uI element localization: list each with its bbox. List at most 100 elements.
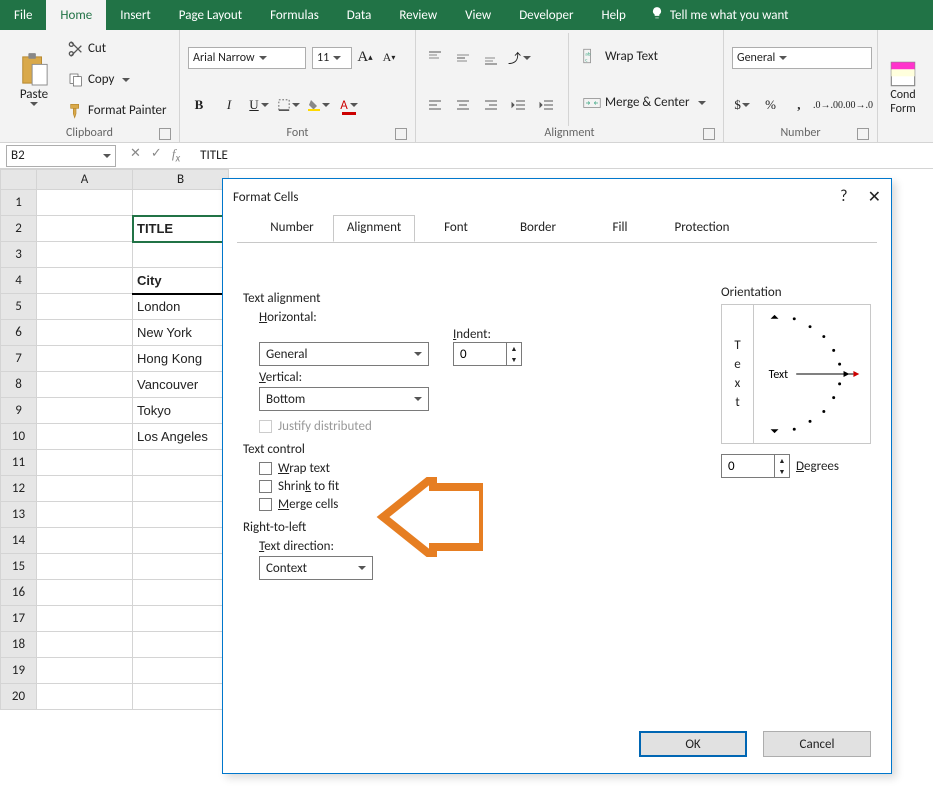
cell[interactable] (133, 632, 229, 658)
tab-page-layout[interactable]: Page Layout (165, 0, 256, 30)
dialog-launcher-icon[interactable] (857, 128, 869, 140)
tab-file[interactable]: File (0, 0, 46, 30)
dialog-launcher-icon[interactable] (395, 128, 407, 140)
align-middle-button[interactable] (452, 47, 474, 69)
cell[interactable] (133, 502, 229, 528)
shrink-to-fit-checkbox[interactable]: Shrink to fitShrink to fit (259, 479, 871, 494)
dialog-tab-alignment[interactable]: Alignment (333, 215, 415, 242)
row-header[interactable]: 2 (1, 216, 37, 242)
cell[interactable] (133, 606, 229, 632)
cell[interactable]: TITLE (133, 216, 229, 242)
align-bottom-button[interactable] (480, 47, 502, 69)
align-center-button[interactable] (452, 94, 474, 116)
cell[interactable]: Los Angeles (133, 424, 229, 450)
merge-cells-checkbox[interactable]: Merge cellsMerge cells (259, 497, 871, 512)
column-header[interactable]: B (133, 170, 229, 190)
bold-button[interactable]: B (188, 94, 210, 116)
paste-button[interactable]: Paste (8, 33, 60, 126)
text-direction-select[interactable]: Context (259, 556, 373, 580)
cell[interactable] (37, 320, 133, 346)
italic-button[interactable]: I (218, 94, 240, 116)
close-icon[interactable]: ✕ (868, 187, 881, 207)
tab-view[interactable]: View (451, 0, 505, 30)
wrap-text-button[interactable]: abcWrap Text (579, 46, 710, 66)
help-icon[interactable]: ? (840, 187, 847, 207)
cut-button[interactable]: Cut (64, 39, 171, 59)
cell[interactable] (37, 658, 133, 684)
row-header[interactable]: 18 (1, 632, 37, 658)
cell[interactable] (37, 476, 133, 502)
cell[interactable] (37, 190, 133, 216)
cancel-button[interactable]: Cancel (763, 731, 871, 757)
cell[interactable] (37, 554, 133, 580)
cancel-formula-icon[interactable]: ✕ (130, 146, 141, 165)
tab-formulas[interactable]: Formulas (256, 0, 333, 30)
dialog-tab-border[interactable]: Border (497, 215, 579, 242)
font-color-button[interactable]: A (338, 94, 360, 116)
ok-button[interactable]: OK (639, 731, 747, 757)
decrease-font-button[interactable]: A▾ (378, 47, 400, 69)
increase-indent-button[interactable] (536, 94, 558, 116)
vertical-align-select[interactable]: Bottom (259, 387, 429, 411)
number-format-select[interactable]: General (732, 47, 872, 69)
tab-developer[interactable]: Developer (505, 0, 587, 30)
cell[interactable] (37, 632, 133, 658)
cell[interactable] (133, 658, 229, 684)
dialog-tab-font[interactable]: Font (415, 215, 497, 242)
row-header[interactable]: 17 (1, 606, 37, 632)
align-right-button[interactable] (480, 94, 502, 116)
select-all-corner[interactable] (1, 170, 37, 190)
cell[interactable] (37, 242, 133, 268)
cell[interactable] (37, 294, 133, 320)
spin-up-icon[interactable]: ▲ (775, 455, 789, 466)
cell[interactable] (37, 216, 133, 242)
dialog-tab-number[interactable]: Number (251, 215, 333, 242)
dialog-launcher-icon[interactable] (159, 128, 171, 140)
cell[interactable] (37, 684, 133, 710)
row-header[interactable]: 6 (1, 320, 37, 346)
row-header[interactable]: 9 (1, 398, 37, 424)
accounting-button[interactable]: $ (732, 94, 752, 116)
cell[interactable] (133, 476, 229, 502)
tab-help[interactable]: Help (587, 0, 639, 30)
tab-data[interactable]: Data (333, 0, 386, 30)
name-box[interactable]: B2 (6, 145, 116, 167)
row-header[interactable]: 5 (1, 294, 37, 320)
dialog-launcher-icon[interactable] (703, 128, 715, 140)
spin-down-icon[interactable]: ▼ (775, 466, 789, 477)
cell[interactable]: City (133, 268, 229, 294)
dialog-tab-protection[interactable]: Protection (661, 215, 743, 242)
row-header[interactable]: 11 (1, 450, 37, 476)
orientation-control[interactable]: Text Text (721, 304, 871, 444)
dialog-tab-fill[interactable]: Fill (579, 215, 661, 242)
cell[interactable] (133, 242, 229, 268)
cell[interactable] (37, 398, 133, 424)
tell-me-search[interactable]: Tell me what you want (640, 6, 799, 24)
fx-icon[interactable]: fx (172, 146, 180, 165)
tab-insert[interactable]: Insert (106, 0, 165, 30)
row-header[interactable]: 8 (1, 372, 37, 398)
row-header[interactable]: 1 (1, 190, 37, 216)
cell[interactable] (37, 346, 133, 372)
font-name-select[interactable]: Arial Narrow (188, 47, 306, 69)
comma-button[interactable]: , (789, 94, 809, 116)
spin-down-icon[interactable]: ▼ (507, 354, 521, 365)
cell[interactable]: Hong Kong (133, 346, 229, 372)
row-header[interactable]: 20 (1, 684, 37, 710)
copy-button[interactable]: Copy (64, 70, 171, 90)
cell[interactable] (133, 580, 229, 606)
row-header[interactable]: 19 (1, 658, 37, 684)
row-header[interactable]: 3 (1, 242, 37, 268)
indent-input[interactable]: ▲▼ (453, 342, 522, 366)
conditional-formatting-icon[interactable] (889, 60, 917, 88)
row-header[interactable]: 14 (1, 528, 37, 554)
row-header[interactable]: 7 (1, 346, 37, 372)
cell[interactable] (133, 684, 229, 710)
fill-color-button[interactable] (308, 94, 330, 116)
format-painter-button[interactable]: Format Painter (64, 101, 171, 121)
cell[interactable] (133, 554, 229, 580)
increase-font-button[interactable]: A▴ (354, 47, 376, 69)
formula-input[interactable]: TITLE (194, 148, 933, 163)
cell[interactable] (37, 450, 133, 476)
decrease-decimal-button[interactable]: .00→.0 (847, 94, 869, 116)
